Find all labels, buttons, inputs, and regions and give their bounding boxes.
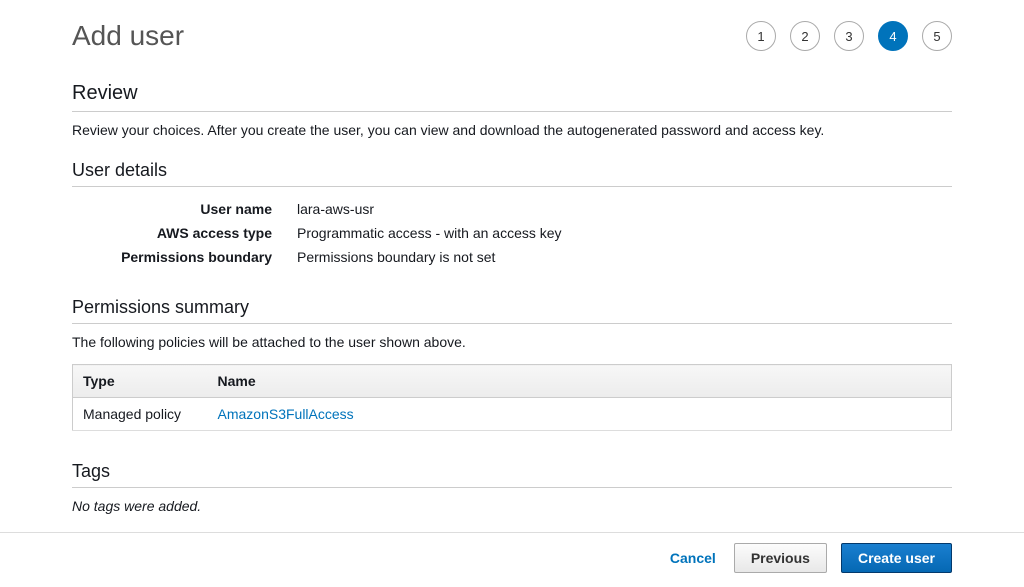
- detail-value: Permissions boundary is not set: [297, 249, 495, 265]
- detail-label: Permissions boundary: [72, 249, 297, 265]
- wizard-footer: Cancel Previous Create user: [0, 532, 1024, 587]
- review-description: Review your choices. After you create th…: [72, 122, 952, 138]
- detail-label: User name: [72, 201, 297, 217]
- step-1[interactable]: 1: [746, 21, 776, 51]
- step-3[interactable]: 3: [834, 21, 864, 51]
- step-4[interactable]: 4: [878, 21, 908, 51]
- cancel-button[interactable]: Cancel: [666, 544, 720, 572]
- user-details-heading: User details: [72, 160, 952, 187]
- step-2[interactable]: 2: [790, 21, 820, 51]
- detail-label: AWS access type: [72, 225, 297, 241]
- review-heading: Review: [72, 82, 952, 112]
- page-title: Add user: [72, 20, 184, 52]
- wizard-steps: 1 2 3 4 5: [746, 21, 952, 51]
- detail-row-access-type: AWS access type Programmatic access - wi…: [72, 221, 952, 245]
- previous-button[interactable]: Previous: [734, 543, 827, 573]
- detail-value: Programmatic access - with an access key: [297, 225, 562, 241]
- step-5[interactable]: 5: [922, 21, 952, 51]
- detail-row-username: User name lara-aws-usr: [72, 197, 952, 221]
- permissions-description: The following policies will be attached …: [72, 334, 952, 350]
- create-user-button[interactable]: Create user: [841, 543, 952, 573]
- permissions-summary-heading: Permissions summary: [72, 297, 952, 324]
- policy-table: Type Name Managed policy AmazonS3FullAcc…: [72, 364, 952, 431]
- policy-type-cell: Managed policy: [73, 398, 208, 431]
- user-details-table: User name lara-aws-usr AWS access type P…: [72, 197, 952, 269]
- policy-name-link[interactable]: AmazonS3FullAccess: [208, 398, 952, 431]
- tags-heading: Tags: [72, 461, 952, 488]
- policy-col-name: Name: [208, 365, 952, 398]
- policy-col-type: Type: [73, 365, 208, 398]
- detail-value: lara-aws-usr: [297, 201, 374, 217]
- table-row: Managed policy AmazonS3FullAccess: [73, 398, 952, 431]
- detail-row-permissions-boundary: Permissions boundary Permissions boundar…: [72, 245, 952, 269]
- tags-empty-message: No tags were added.: [72, 498, 952, 514]
